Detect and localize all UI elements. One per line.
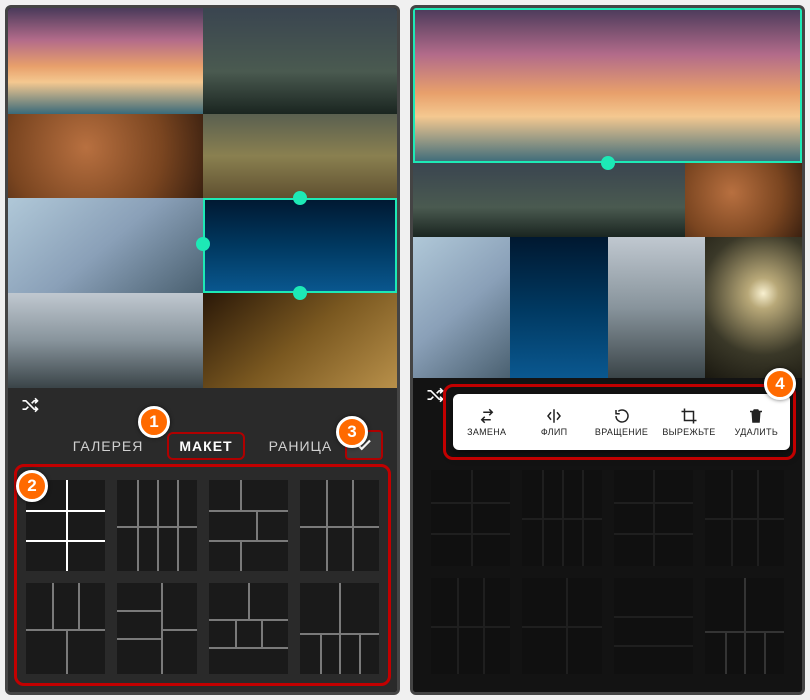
collage-cell[interactable] <box>510 237 607 378</box>
collage-cell[interactable] <box>8 114 203 198</box>
collage-cell[interactable] <box>203 8 398 114</box>
layout-option[interactable] <box>209 480 288 571</box>
annotation-badge-1: 1 <box>138 406 170 438</box>
shuffle-icon[interactable] <box>425 385 445 410</box>
layout-option[interactable] <box>26 583 105 674</box>
layout-option[interactable] <box>300 583 379 674</box>
layout-grid <box>8 466 397 692</box>
collage-cell-selected[interactable] <box>413 8 802 163</box>
layout-option[interactable] <box>300 480 379 571</box>
collage-canvas[interactable] <box>413 8 802 378</box>
collage-cell[interactable] <box>8 293 203 388</box>
layout-option[interactable] <box>117 480 196 571</box>
tab-gallery[interactable]: ГАЛЕРЕЯ <box>69 432 148 460</box>
annotation-badge-3: 3 <box>336 416 368 448</box>
collage-cell[interactable] <box>8 8 203 114</box>
shuffle-icon[interactable] <box>20 395 40 420</box>
ctx-label: УДАЛИТЬ <box>735 427 779 437</box>
ctx-delete[interactable]: УДАЛИТЬ <box>723 394 790 450</box>
ctx-crop[interactable]: ВЫРЕЖЬТЕ <box>655 394 722 450</box>
ctx-label: ВЫРЕЖЬТЕ <box>662 427 715 437</box>
annotation-badge-2: 2 <box>16 470 48 502</box>
selection-handle[interactable] <box>293 286 307 300</box>
collage-cell[interactable] <box>608 237 705 378</box>
annotation-badge-4: 4 <box>764 368 796 400</box>
ctx-rotate[interactable]: ВРАЩЕНИЕ <box>588 394 655 450</box>
collage-canvas[interactable] <box>8 8 397 388</box>
selection-handle[interactable] <box>196 237 210 251</box>
collage-cell[interactable] <box>685 163 802 237</box>
layout-option[interactable] <box>117 583 196 674</box>
collage-cell[interactable] <box>413 163 685 237</box>
ctx-label: ЗАМЕНА <box>467 427 506 437</box>
selection-handle[interactable] <box>293 191 307 205</box>
ctx-label: ВРАЩЕНИЕ <box>595 427 648 437</box>
collage-cell[interactable] <box>413 237 510 378</box>
collage-cell[interactable] <box>203 293 398 388</box>
tab-layout[interactable]: МАКЕТ <box>167 432 244 460</box>
layout-option[interactable] <box>209 583 288 674</box>
collage-cell[interactable] <box>705 237 802 378</box>
collage-cell-selected[interactable] <box>203 198 398 293</box>
selection-handle[interactable] <box>601 156 615 170</box>
collage-cell[interactable] <box>8 198 203 293</box>
screenshot-right: ГАЛЕРЕЯ МАКЕТ ГРАНИЦА ЗАМЕНА ФЛИП <box>410 5 805 695</box>
ctx-label: ФЛИП <box>541 427 568 437</box>
ctx-flip[interactable]: ФЛИП <box>520 394 587 450</box>
screenshot-left: ГАЛЕРЕЯ МАКЕТ РАНИЦА <box>5 5 400 695</box>
tab-border[interactable]: РАНИЦА <box>265 432 337 460</box>
collage-cell[interactable] <box>203 114 398 198</box>
ctx-swap[interactable]: ЗАМЕНА <box>453 394 520 450</box>
context-toolbar: ЗАМЕНА ФЛИП ВРАЩЕНИЕ ВЫРЕЖЬТЕ УДАЛИТЬ <box>453 394 790 450</box>
